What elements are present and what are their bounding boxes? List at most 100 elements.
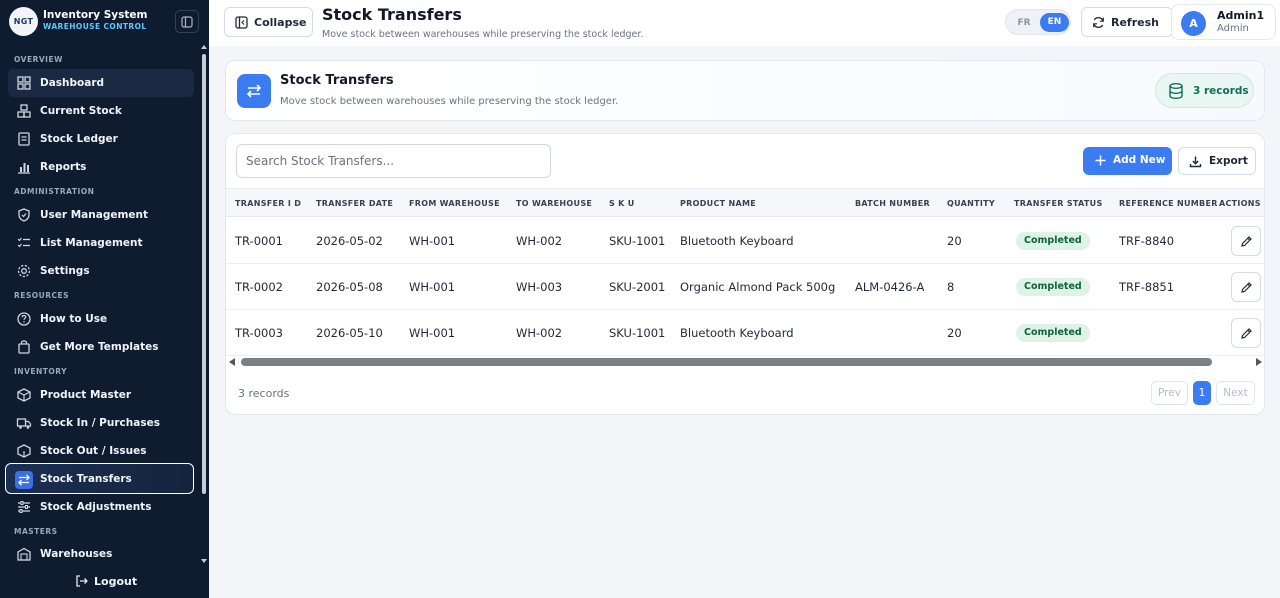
sidebar-item-label: Reports [40,161,87,173]
sidebar-nav: OVERVIEW Dashboard Current Stock Stock L… [0,50,200,564]
transfer-arrows-icon [15,471,33,489]
page-subtitle: Move stock between warehouses while pres… [322,29,644,40]
table-row: TR-0001 2026-05-02 WH-001 WH-002 SKU-100… [226,218,1264,264]
sidebar-item-current-stock[interactable]: Current Stock [8,97,194,125]
sidebar-item-warehouses[interactable]: Warehouses [8,540,194,564]
user-menu[interactable]: A Admin1 Admin [1171,4,1276,40]
page-hero-card: Stock Transfers Move stock between wareh… [225,60,1265,121]
cell-transfer-date: 2026-05-08 [316,280,383,294]
cell-from-warehouse: WH-001 [409,234,456,248]
sidebar-item-label: Warehouses [40,548,113,560]
table-scroll-thumb[interactable] [241,358,1212,366]
edit-button[interactable] [1231,272,1261,302]
help-circle-icon [17,312,31,326]
sidebar-toggle-icon[interactable] [175,10,199,33]
bar-chart-icon [18,163,30,174]
edit-button[interactable] [1231,226,1261,256]
section-inventory: INVENTORY [14,367,68,376]
cell-to-warehouse: WH-002 [516,234,563,248]
sidebar-item-label: Product Master [40,389,132,401]
sidebar-item-reports[interactable]: Reports [8,153,194,181]
pencil-icon [1240,235,1252,247]
section-masters: MASTERS [14,527,58,536]
col-batch-number[interactable]: BATCH NUMBER [855,199,930,208]
refresh-icon [1093,17,1104,28]
cell-transfer-id: TR-0003 [235,326,283,340]
prev-page-button[interactable]: Prev [1151,381,1188,405]
col-reference-number[interactable]: REFERENCE NUMBER [1119,199,1218,208]
search-input[interactable] [236,144,551,178]
cell-product-name: Bluetooth Keyboard [680,326,794,340]
cell-transfer-id: TR-0001 [235,234,283,248]
collapse-button[interactable]: Collapse [224,7,313,37]
sidebar-item-label: Stock Ledger [40,133,118,145]
hero-subtitle: Move stock between warehouses while pres… [280,96,619,107]
col-transfer-date[interactable]: TRANSFER DATE [316,199,393,208]
section-resources: RESOURCES [14,291,70,300]
sidebar-item-get-more-templates[interactable]: Get More Templates [8,333,194,361]
next-page-button[interactable]: Next [1216,381,1255,405]
refresh-button[interactable]: Refresh [1081,7,1173,37]
cell-transfer-date: 2026-05-10 [316,326,383,340]
checklist-icon [17,237,30,248]
plus-icon [1095,155,1106,166]
sidebar-item-settings[interactable]: Settings [8,257,194,285]
col-to-warehouse[interactable]: TO WAREHOUSE [516,199,592,208]
sidebar-item-label: Current Stock [40,105,122,117]
cell-transfer-date: 2026-05-02 [316,234,383,248]
table-horizontal-scrollbar[interactable] [226,355,1264,369]
sidebar-item-stock-ledger[interactable]: Stock Ledger [8,125,194,153]
records-badge: 3 records [1155,73,1254,108]
scroll-right-icon[interactable] [1256,358,1262,366]
sidebar-item-list-management[interactable]: List Management [8,229,194,257]
sidebar-item-stock-out[interactable]: Stock Out / Issues [8,437,194,465]
sidebar-item-label: List Management [40,237,143,249]
sidebar-item-how-to-use[interactable]: How to Use [8,305,194,333]
logout-button[interactable]: Logout [0,568,209,596]
col-actions: ACTIONS [1219,199,1261,208]
dashboard-icon [17,76,31,90]
sidebar-item-label: Stock Adjustments [40,501,152,513]
brand-title: Inventory System [43,9,148,21]
sidebar-item-product-master[interactable]: Product Master [8,381,194,409]
sidebar-item-label: Stock Transfers [40,473,132,485]
export-button[interactable]: Export [1178,147,1256,175]
cell-product-name: Organic Almond Pack 500g [680,280,836,294]
add-new-label: Add New [1113,154,1166,166]
sidebar-item-stock-in[interactable]: Stock In / Purchases [8,409,194,437]
sidebar-item-label: How to Use [40,313,108,325]
cell-reference-number: TRF-8840 [1119,234,1175,248]
col-transfer-status[interactable]: TRANSFER STATUS [1014,199,1103,208]
table-row: TR-0003 2026-05-10 WH-001 WH-002 SKU-100… [226,310,1264,356]
top-header: Collapse Stock Transfers Move stock betw… [209,0,1280,46]
sidebar-scrollbar[interactable] [200,44,208,564]
edit-button[interactable] [1231,318,1261,348]
sidebar-scroll-thumb[interactable] [202,54,206,494]
page-number-button[interactable]: 1 [1193,381,1211,405]
lang-fr-button[interactable]: FR [1013,15,1035,31]
col-sku[interactable]: S K U [609,199,635,208]
sidebar-item-user-management[interactable]: User Management [8,201,194,229]
sidebar-item-label: Stock In / Purchases [40,417,160,429]
boxes-icon [17,104,31,118]
pencil-icon [1240,281,1252,293]
sidebar-item-label: Get More Templates [40,341,159,353]
refresh-label: Refresh [1111,16,1159,29]
add-new-button[interactable]: Add New [1083,147,1172,175]
lang-en-button[interactable]: EN [1040,13,1069,32]
pencil-icon [1240,327,1252,339]
col-transfer-id[interactable]: TRANSFER I D [235,199,301,208]
scroll-left-icon[interactable] [229,358,235,366]
col-quantity[interactable]: QUANTITY [947,199,995,208]
sidebar-item-dashboard[interactable]: Dashboard [8,69,194,97]
col-product-name[interactable]: PRODUCT NAME [680,199,756,208]
sidebar-item-stock-adjustments[interactable]: Stock Adjustments [8,493,194,521]
table-row: TR-0002 2026-05-08 WH-001 WH-003 SKU-200… [226,264,1264,310]
table-header: TRANSFER I D TRANSFER DATE FROM WAREHOUS… [226,188,1264,217]
brand-subtitle: WAREHOUSE CONTROL [43,22,147,31]
cell-quantity: 20 [947,234,962,248]
record-count: 3 records [238,387,290,400]
col-from-warehouse[interactable]: FROM WAREHOUSE [409,199,500,208]
warehouse-icon [17,547,31,561]
sidebar-item-stock-transfers[interactable]: Stock Transfers [5,463,194,494]
